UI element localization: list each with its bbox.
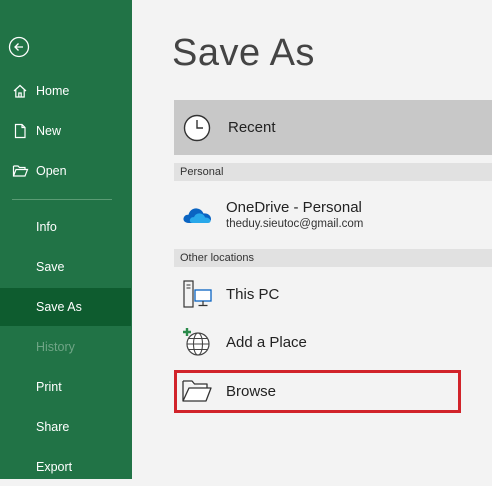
- nav-print[interactable]: Print: [0, 368, 132, 406]
- onedrive-cloud-icon: [180, 197, 214, 231]
- nav-share-label: Share: [36, 420, 70, 434]
- globe-add-icon: [180, 325, 214, 359]
- nav-home-label: Home: [36, 84, 70, 98]
- nav-info-label: Info: [36, 220, 57, 234]
- home-icon: [11, 82, 29, 100]
- nav-save-as-label: Save As: [36, 300, 82, 314]
- nav-export-label: Export: [36, 460, 73, 474]
- nav-history-label: History: [36, 340, 75, 354]
- nav-open-label: Open: [36, 164, 67, 178]
- new-document-icon: [11, 122, 29, 140]
- onedrive-email: theduy.sieutoc@gmail.com: [226, 217, 364, 230]
- onedrive-name: OneDrive - Personal: [226, 198, 362, 216]
- sidebar-divider: [12, 199, 112, 200]
- nav-history: History: [0, 328, 132, 366]
- nav-export[interactable]: Export: [0, 448, 132, 486]
- add-a-place-label: Add a Place: [226, 333, 307, 351]
- personal-section-header: Personal: [174, 163, 492, 181]
- nav-info[interactable]: Info: [0, 208, 132, 246]
- browse-highlight-box: [174, 370, 461, 413]
- recent-location[interactable]: Recent: [174, 100, 492, 155]
- page-title: Save As: [172, 32, 315, 74]
- nav-print-label: Print: [36, 380, 62, 394]
- this-pc-location[interactable]: This PC: [174, 270, 492, 318]
- add-a-place-location[interactable]: Add a Place: [174, 318, 492, 366]
- recent-label: Recent: [228, 119, 276, 136]
- nav-save[interactable]: Save: [0, 248, 132, 286]
- backstage-sidebar: Home New Open Info Save Save As History …: [0, 0, 132, 479]
- nav-new-label: New: [36, 124, 62, 138]
- nav-save-as[interactable]: Save As: [0, 288, 131, 326]
- onedrive-location[interactable]: OneDrive - Personal theduy.sieutoc@gmail…: [174, 190, 492, 238]
- nav-new[interactable]: New: [0, 112, 132, 150]
- open-folder-icon: [11, 162, 29, 180]
- nav-open[interactable]: Open: [0, 152, 132, 190]
- nav-save-label: Save: [36, 260, 65, 274]
- other-locations-header: Other locations: [174, 249, 492, 267]
- computer-icon: [180, 277, 214, 311]
- clock-icon: [182, 113, 212, 143]
- back-arrow-icon[interactable]: [8, 36, 30, 58]
- nav-share[interactable]: Share: [0, 408, 132, 446]
- nav-home[interactable]: Home: [0, 72, 132, 110]
- this-pc-label: This PC: [226, 285, 280, 303]
